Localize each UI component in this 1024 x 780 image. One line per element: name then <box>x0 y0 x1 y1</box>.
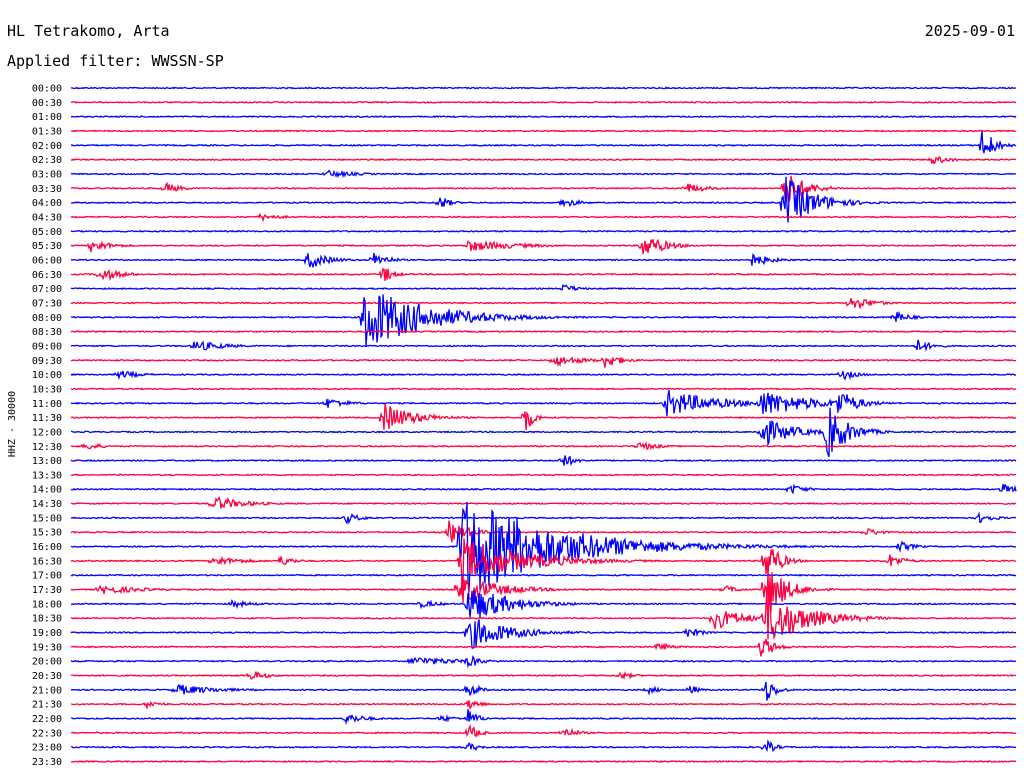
time-label-0600: 06:00 <box>32 255 62 266</box>
time-label-1100: 11:00 <box>32 399 62 410</box>
y-axis-label-group: HHZ - 30000 <box>7 391 18 457</box>
trace-1930 <box>70 638 1017 657</box>
time-label-2330: 23:30 <box>32 757 62 768</box>
time-label-1400: 14:00 <box>32 485 62 496</box>
time-label-0700: 07:00 <box>32 284 62 295</box>
time-label-2100: 21:00 <box>32 685 62 696</box>
trace-0530 <box>70 238 1017 255</box>
time-label-0030: 00:30 <box>32 98 62 109</box>
time-label-0630: 06:30 <box>32 270 62 281</box>
trace-0100 <box>70 115 1017 119</box>
time-label-1930: 19:30 <box>32 642 62 653</box>
time-labels: 00:00 00:30 01:00 01:30 02:00 02:30 03:00 03:30… <box>32 84 62 769</box>
time-label-1730: 17:30 <box>32 585 62 596</box>
time-label-0300: 03:00 <box>32 169 62 180</box>
trace-1700 <box>70 573 1016 577</box>
time-label-0830: 08:30 <box>32 327 62 338</box>
trace-2000 <box>70 655 1017 669</box>
trace-2100 <box>70 681 1017 701</box>
time-label-0800: 08:00 <box>32 313 62 324</box>
time-label-1700: 17:00 <box>32 571 62 582</box>
trace-1630 <box>70 538 1017 585</box>
trace-1330 <box>70 473 1017 477</box>
trace-2300 <box>70 739 1017 753</box>
trace-0300 <box>70 169 1017 179</box>
time-label-1600: 16:00 <box>32 542 62 553</box>
trace-2130 <box>70 700 1017 711</box>
time-label-2030: 20:30 <box>32 671 62 682</box>
trace-0330 <box>70 175 1017 202</box>
time-label-0430: 04:30 <box>32 212 62 223</box>
trace-0900 <box>70 339 1017 352</box>
trace-0630 <box>70 267 1017 282</box>
trace-1730 <box>70 572 1017 612</box>
trace-0000 <box>70 86 1017 90</box>
trace-1000 <box>70 370 1017 381</box>
time-label-1900: 19:00 <box>32 628 62 639</box>
time-label-0930: 09:30 <box>32 356 62 367</box>
trace-0830 <box>70 330 1017 334</box>
trace-0400 <box>71 176 1017 223</box>
time-label-1530: 15:30 <box>32 528 62 539</box>
seismogram-plot: HHZ - 30000 00:00 00:30 01:00 01:30 02:00 02:… <box>7 84 1017 769</box>
trace-2200 <box>71 709 1016 726</box>
trace-1230 <box>70 441 1017 451</box>
trace-2230 <box>71 723 1017 738</box>
time-label-1500: 15:00 <box>32 513 62 524</box>
time-label-1030: 10:30 <box>32 384 62 395</box>
time-label-0330: 03:30 <box>32 184 62 195</box>
time-label-1200: 12:00 <box>32 427 62 438</box>
time-label-1000: 10:00 <box>32 370 62 381</box>
time-label-1830: 18:30 <box>32 614 62 625</box>
trace-1300 <box>70 455 1017 466</box>
trace-1130 <box>70 403 1017 431</box>
trace-0200 <box>70 131 1017 154</box>
time-label-2200: 22:00 <box>32 714 62 725</box>
trace-1600 <box>70 502 1017 593</box>
y-axis-label: HHZ - 30000 <box>7 391 18 457</box>
time-label-2130: 21:30 <box>32 700 62 711</box>
time-label-2230: 22:30 <box>32 728 62 739</box>
time-label-0400: 04:00 <box>32 198 62 209</box>
time-label-0200: 02:00 <box>32 141 62 152</box>
time-label-1630: 16:30 <box>32 556 62 567</box>
time-label-1800: 18:00 <box>32 599 62 610</box>
time-label-0530: 05:30 <box>32 241 62 252</box>
trace-0930 <box>70 356 1016 368</box>
time-label-0230: 02:30 <box>32 155 62 166</box>
time-label-0100: 01:00 <box>32 112 62 123</box>
trace-1400 <box>70 483 1017 495</box>
trace-rows <box>70 86 1017 764</box>
trace-1500 <box>70 511 1017 525</box>
trace-0430 <box>70 212 1017 223</box>
trace-0700 <box>70 283 1017 292</box>
time-label-2300: 23:00 <box>32 743 62 754</box>
time-label-0730: 07:30 <box>32 298 62 309</box>
trace-1100 <box>70 389 1017 417</box>
time-label-1300: 13:00 <box>32 456 62 467</box>
trace-0500 <box>70 229 1017 233</box>
time-label-0900: 09:00 <box>32 341 62 352</box>
time-label-0000: 00:00 <box>32 84 62 95</box>
time-label-0130: 01:30 <box>32 126 62 137</box>
trace-1200 <box>70 407 1017 458</box>
trace-0030 <box>71 100 1017 104</box>
time-label-1430: 14:30 <box>32 499 62 510</box>
trace-1900 <box>70 619 1017 649</box>
time-label-1130: 11:30 <box>32 413 62 424</box>
time-label-1230: 12:30 <box>32 442 62 453</box>
trace-1430 <box>70 495 1017 509</box>
time-label-0500: 05:00 <box>32 227 62 238</box>
trace-2030 <box>70 671 1017 681</box>
trace-0230 <box>70 156 1017 165</box>
time-label-2000: 20:00 <box>32 657 62 668</box>
time-label-1330: 13:30 <box>32 470 62 481</box>
trace-2330 <box>70 759 1017 764</box>
trace-1800 <box>71 590 1017 619</box>
trace-1530 <box>70 520 1017 543</box>
trace-1030 <box>70 387 1017 391</box>
trace-0600 <box>70 252 1017 268</box>
trace-0130 <box>70 129 1017 133</box>
trace-0730 <box>70 297 1017 309</box>
